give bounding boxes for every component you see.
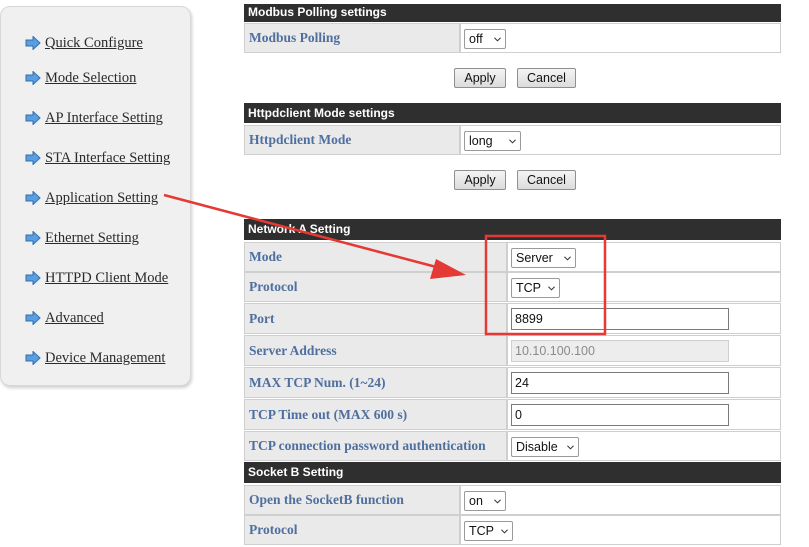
- network-a-server-address-input: 10.10.100.100: [511, 340, 729, 362]
- sidebar-item-label: HTTPD Client Mode: [45, 269, 169, 286]
- select-value: on: [469, 494, 483, 508]
- httpd-apply-button[interactable]: Apply: [454, 170, 506, 190]
- sidebar-item-ap-interface[interactable]: AP Interface Setting: [25, 107, 163, 129]
- select-value: Server: [516, 251, 553, 265]
- network-a-tcp-timeout-row: TCP Time out (MAX 600 s) 0: [244, 399, 781, 430]
- select-value: TCP: [516, 281, 541, 295]
- field-value-cell: 10.10.100.100: [507, 335, 781, 366]
- field-label: MAX TCP Num. (1~24): [244, 367, 507, 398]
- field-value-cell: Server: [507, 242, 781, 272]
- network-a-tcp-timeout-input[interactable]: 0: [511, 404, 729, 426]
- network-a-port-input[interactable]: 8899: [511, 308, 729, 330]
- modbus-polling-row: Modbus Polling off: [244, 23, 781, 53]
- sidebar-item-label: Mode Selection: [45, 69, 137, 86]
- chevron-down-icon: [501, 529, 508, 534]
- network-a-protocol-row: Protocol TCP: [244, 272, 781, 302]
- network-a-section-header: Network A Setting: [244, 219, 781, 240]
- network-a-protocol-select[interactable]: TCP: [511, 278, 560, 298]
- sidebar-item-mode-selection[interactable]: Mode Selection: [25, 67, 136, 89]
- modbus-apply-button[interactable]: Apply: [454, 68, 506, 88]
- network-a-max-tcp-input[interactable]: 24: [511, 372, 729, 394]
- socket-b-protocol-select[interactable]: TCP: [464, 521, 513, 541]
- network-a-port-row: Port 8899: [244, 303, 781, 334]
- sidebar-item-ethernet-setting[interactable]: Ethernet Setting: [25, 227, 139, 249]
- field-value-cell: TCP: [460, 515, 781, 545]
- field-label: Protocol: [244, 515, 460, 545]
- sidebar-item-label: Quick Configure: [45, 34, 143, 51]
- sidebar-item-sta-interface[interactable]: STA Interface Setting: [25, 147, 170, 169]
- httpd-section-header: Httpdclient Mode settings: [244, 103, 781, 123]
- field-value-cell: 24: [507, 367, 781, 398]
- network-a-mode-row: Mode Server: [244, 242, 781, 272]
- arrow-right-icon: [25, 271, 41, 285]
- socket-b-open-row: Open the SocketB function on: [244, 485, 781, 515]
- field-value-cell: long: [460, 125, 781, 155]
- field-label: Mode: [244, 242, 507, 272]
- chevron-down-icon: [564, 256, 571, 261]
- arrow-right-icon: [25, 351, 41, 365]
- field-label: Server Address: [244, 335, 507, 366]
- field-value-cell: off: [460, 23, 781, 53]
- field-label: Open the SocketB function: [244, 485, 460, 515]
- sidebar-item-label: Ethernet Setting: [45, 229, 139, 246]
- arrow-right-icon: [25, 191, 41, 205]
- arrow-right-icon: [25, 311, 41, 325]
- sidebar-item-httpd-client[interactable]: HTTPD Client Mode: [25, 267, 168, 289]
- field-label: Httpdclient Mode: [244, 125, 460, 155]
- modbus-cancel-button[interactable]: Cancel: [517, 68, 576, 88]
- field-label: Protocol: [244, 272, 507, 302]
- sidebar-item-label: Advanced: [45, 309, 104, 326]
- select-value: Disable: [516, 440, 558, 454]
- sidebar-item-label: Application Setting: [45, 189, 159, 206]
- arrow-right-icon: [25, 231, 41, 245]
- field-label: TCP Time out (MAX 600 s): [244, 399, 507, 430]
- network-a-tcp-auth-row: TCP connection password authentication D…: [244, 431, 781, 461]
- modbus-section-header: Modbus Polling settings: [244, 4, 781, 22]
- arrow-right-icon: [25, 36, 41, 50]
- sidebar-item-quick-configure[interactable]: Quick Configure: [25, 32, 143, 54]
- field-label: Modbus Polling: [244, 23, 460, 53]
- network-a-mode-select[interactable]: Server: [511, 248, 576, 268]
- arrow-right-icon: [25, 111, 41, 125]
- socket-b-section-header: Socket B Setting: [244, 462, 781, 483]
- network-a-tcp-auth-select[interactable]: Disable: [511, 437, 579, 457]
- chevron-down-icon: [494, 37, 501, 42]
- socket-b-protocol-row: Protocol TCP: [244, 515, 781, 545]
- field-value-cell: 8899: [507, 303, 781, 334]
- arrow-right-icon: [25, 71, 41, 85]
- field-value-cell: 0: [507, 399, 781, 430]
- field-value-cell: Disable: [507, 431, 781, 461]
- chevron-down-icon: [509, 139, 516, 144]
- sidebar-item-device-management[interactable]: Device Management: [25, 347, 165, 369]
- sidebar-item-label: AP Interface Setting: [45, 109, 163, 126]
- network-a-max-tcp-row: MAX TCP Num. (1~24) 24: [244, 367, 781, 398]
- httpd-mode-row: Httpdclient Mode long: [244, 125, 781, 155]
- sidebar-item-label: Device Management: [45, 349, 166, 366]
- field-label: TCP connection password authentication: [244, 431, 507, 461]
- field-value-cell: on: [460, 485, 781, 515]
- httpd-cancel-button[interactable]: Cancel: [517, 170, 576, 190]
- modbus-polling-select[interactable]: off: [464, 29, 506, 49]
- select-value: off: [469, 32, 483, 46]
- httpd-mode-select[interactable]: long: [464, 131, 521, 151]
- chevron-down-icon: [494, 499, 501, 504]
- field-value-cell: TCP: [507, 272, 781, 302]
- network-a-server-address-row: Server Address 10.10.100.100: [244, 335, 781, 366]
- sidebar-item-advanced[interactable]: Advanced: [25, 307, 104, 329]
- select-value: long: [469, 134, 493, 148]
- socket-b-open-select[interactable]: on: [464, 491, 506, 511]
- chevron-down-icon: [567, 445, 574, 450]
- sidebar-item-label: STA Interface Setting: [45, 149, 171, 166]
- sidebar-item-application-setting[interactable]: Application Setting: [25, 187, 158, 209]
- select-value: TCP: [469, 524, 494, 538]
- chevron-down-icon: [548, 286, 555, 291]
- arrow-right-icon: [25, 151, 41, 165]
- field-label: Port: [244, 303, 507, 334]
- sidebar: Quick Configure Mode Selection AP Interf…: [0, 6, 191, 386]
